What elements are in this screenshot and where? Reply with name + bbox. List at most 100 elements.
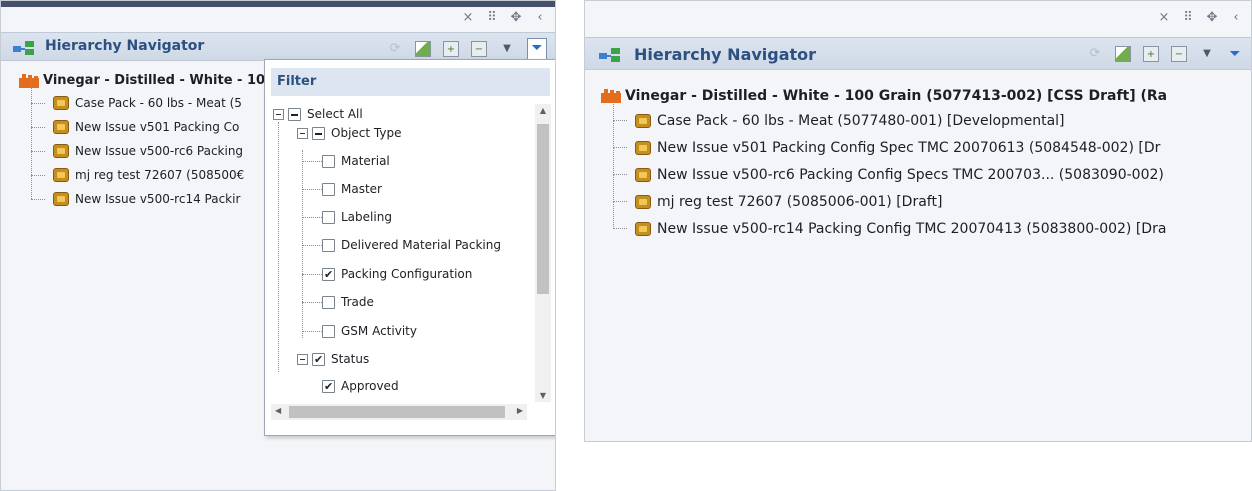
tree-item[interactable]: New Issue v500-rc14 Packir bbox=[31, 175, 265, 211]
tree-item[interactable]: Case Pack - 60 lbs - Meat (5 bbox=[31, 79, 265, 115]
refresh-icon[interactable]: ⟳ bbox=[1087, 46, 1103, 62]
filter-icon: ⏷ bbox=[531, 40, 543, 56]
tree-item[interactable]: mj reg test 72607 (5085006-001) [Draft] bbox=[613, 174, 1167, 215]
tree-root[interactable]: Vinegar - Distilled - White - 10 bbox=[19, 71, 265, 91]
filter-option-checkbox[interactable] bbox=[322, 238, 335, 252]
filter-option-checkbox[interactable] bbox=[322, 182, 335, 196]
tree-item[interactable]: New Issue v501 Packing Co bbox=[31, 103, 265, 139]
select-all-checkbox[interactable] bbox=[288, 107, 301, 121]
package-icon bbox=[635, 221, 651, 236]
filter-status[interactable]: Status bbox=[297, 349, 369, 370]
tree-item-label: New Issue v500-rc14 Packir bbox=[75, 192, 241, 206]
collapse-toggle-icon[interactable] bbox=[273, 108, 284, 120]
filter-option-label: Labeling bbox=[341, 210, 392, 224]
panel-header: Hierarchy Navigator ⟳ + − ▼ ⏷ bbox=[585, 37, 1251, 70]
filter-button[interactable]: ⏷ bbox=[527, 38, 547, 60]
tree-item-label: Case Pack - 60 lbs - Meat (5 bbox=[75, 96, 242, 110]
tree-root-label: Vinegar - Distilled - White - 10 bbox=[43, 73, 266, 88]
filter-option-label: Trade bbox=[341, 295, 374, 309]
chevron-down-icon[interactable]: ▼ bbox=[1199, 46, 1215, 62]
filter-title: Filter bbox=[271, 68, 550, 96]
filter-popup: Filter Select All Object Type Material M… bbox=[264, 59, 555, 436]
vertical-scrollbar[interactable]: ▲ ▼ bbox=[535, 104, 551, 402]
move-icon[interactable]: ✥ bbox=[509, 9, 523, 27]
tree-item-label: Case Pack - 60 lbs - Meat (5077480-001) … bbox=[657, 112, 1065, 129]
filter-option[interactable]: Trade bbox=[322, 292, 374, 312]
toolbar: ⟳ + − ▼ ⏷ bbox=[387, 38, 547, 60]
expand-all-icon[interactable]: + bbox=[443, 41, 459, 57]
filter-option[interactable]: Labeling bbox=[322, 207, 392, 227]
scroll-up-icon[interactable]: ▲ bbox=[535, 106, 551, 115]
package-icon bbox=[53, 192, 69, 206]
filter-option-checkbox[interactable] bbox=[322, 210, 335, 224]
object-type-label: Object Type bbox=[331, 126, 402, 140]
horizontal-scrollbar[interactable]: ◀ ▶ bbox=[271, 404, 527, 420]
filter-icon[interactable]: ⏷ bbox=[1227, 46, 1243, 62]
scroll-thumb[interactable] bbox=[537, 124, 549, 294]
back-icon[interactable]: ‹ bbox=[533, 9, 547, 27]
package-icon bbox=[53, 168, 69, 182]
chevron-down-icon[interactable]: ▼ bbox=[499, 41, 515, 57]
filter-option-checkbox[interactable] bbox=[322, 265, 335, 285]
collapse-toggle-icon[interactable] bbox=[297, 353, 308, 365]
collapse-all-icon[interactable]: − bbox=[1171, 46, 1187, 62]
scroll-left-icon[interactable]: ◀ bbox=[275, 406, 281, 415]
export-icon[interactable] bbox=[1115, 46, 1131, 62]
tree-item-label: mj reg test 72607 (508500€ bbox=[75, 168, 245, 182]
close-icon[interactable]: × bbox=[461, 9, 475, 27]
tree-item[interactable]: New Issue v500-rc14 Packing Config TMC 2… bbox=[613, 201, 1167, 242]
filter-option[interactable]: Packing Configuration bbox=[322, 264, 472, 285]
export-icon[interactable] bbox=[415, 41, 431, 57]
filter-object-type[interactable]: Object Type bbox=[297, 123, 401, 143]
filter-option-label: GSM Activity bbox=[341, 324, 417, 338]
hierarchy-navigator-panel-right: × ⠿ ✥ ‹ Hierarchy Navigator ⟳ + − ▼ ⏷ Vi… bbox=[584, 0, 1252, 442]
tree-item[interactable]: New Issue v500-rc6 Packing Config Specs … bbox=[613, 147, 1167, 188]
hierarchy-icon bbox=[599, 48, 623, 62]
tree-item[interactable]: New Issue v501 Packing Config Spec TMC 2… bbox=[613, 120, 1167, 161]
grid-icon[interactable]: ⠿ bbox=[1181, 9, 1195, 27]
package-icon bbox=[635, 140, 651, 155]
window-controls: × ⠿ ✥ ‹ bbox=[1157, 9, 1243, 27]
collapse-toggle-icon[interactable] bbox=[297, 127, 308, 139]
tree-item[interactable]: New Issue v500-rc6 Packing bbox=[31, 127, 265, 163]
panel-header: Hierarchy Navigator ⟳ + − ▼ ⏷ bbox=[1, 32, 555, 61]
tree-root[interactable]: Vinegar - Distilled - White - 100 Grain … bbox=[601, 85, 1167, 107]
filter-option-checkbox[interactable] bbox=[322, 154, 335, 168]
scroll-down-icon[interactable]: ▼ bbox=[535, 391, 551, 400]
close-icon[interactable]: × bbox=[1157, 9, 1171, 27]
filter-option[interactable]: Approved bbox=[322, 376, 399, 397]
filter-option-checkbox[interactable] bbox=[322, 377, 335, 397]
status-checkbox[interactable] bbox=[312, 350, 325, 370]
tree-item-label: New Issue v500-rc6 Packing bbox=[75, 144, 244, 158]
factory-icon bbox=[601, 89, 621, 103]
tree-root-label: Vinegar - Distilled - White - 100 Grain … bbox=[625, 88, 1168, 104]
filter-option-checkbox[interactable] bbox=[322, 324, 335, 338]
package-icon bbox=[635, 113, 651, 128]
filter-select-all[interactable]: Select All bbox=[273, 104, 363, 124]
filter-option[interactable]: GSM Activity bbox=[322, 321, 417, 341]
hierarchy-tree: Vinegar - Distilled - White - 100 Grain … bbox=[601, 85, 1167, 242]
object-type-checkbox[interactable] bbox=[312, 126, 325, 140]
filter-option-label: Material bbox=[341, 154, 390, 168]
package-icon bbox=[53, 96, 69, 110]
collapse-all-icon[interactable]: − bbox=[471, 41, 487, 57]
filter-option[interactable]: Delivered Material Packinɡ bbox=[322, 235, 501, 255]
tree-item[interactable]: Case Pack - 60 lbs - Meat (5077480-001) … bbox=[613, 93, 1167, 134]
filter-option-label: Delivered Material Packinɡ bbox=[341, 238, 501, 252]
tree-item[interactable]: mj reg test 72607 (508500€ bbox=[31, 151, 265, 187]
package-icon bbox=[53, 144, 69, 158]
filter-option-checkbox[interactable] bbox=[322, 295, 335, 309]
move-icon[interactable]: ✥ bbox=[1205, 9, 1219, 27]
back-icon[interactable]: ‹ bbox=[1229, 9, 1243, 27]
tree-item-label: New Issue v501 Packing Co bbox=[75, 120, 240, 134]
tree-item-label: New Issue v500-rc6 Packing Config Specs … bbox=[657, 166, 1164, 183]
refresh-icon[interactable]: ⟳ bbox=[387, 41, 403, 57]
scroll-thumb[interactable] bbox=[289, 406, 505, 418]
filter-option[interactable]: Material bbox=[322, 151, 390, 171]
package-icon bbox=[53, 120, 69, 134]
filter-option[interactable]: Master bbox=[322, 179, 382, 199]
grid-icon[interactable]: ⠿ bbox=[485, 9, 499, 27]
expand-all-icon[interactable]: + bbox=[1143, 46, 1159, 62]
title-strip bbox=[1, 1, 555, 7]
scroll-right-icon[interactable]: ▶ bbox=[517, 406, 523, 415]
